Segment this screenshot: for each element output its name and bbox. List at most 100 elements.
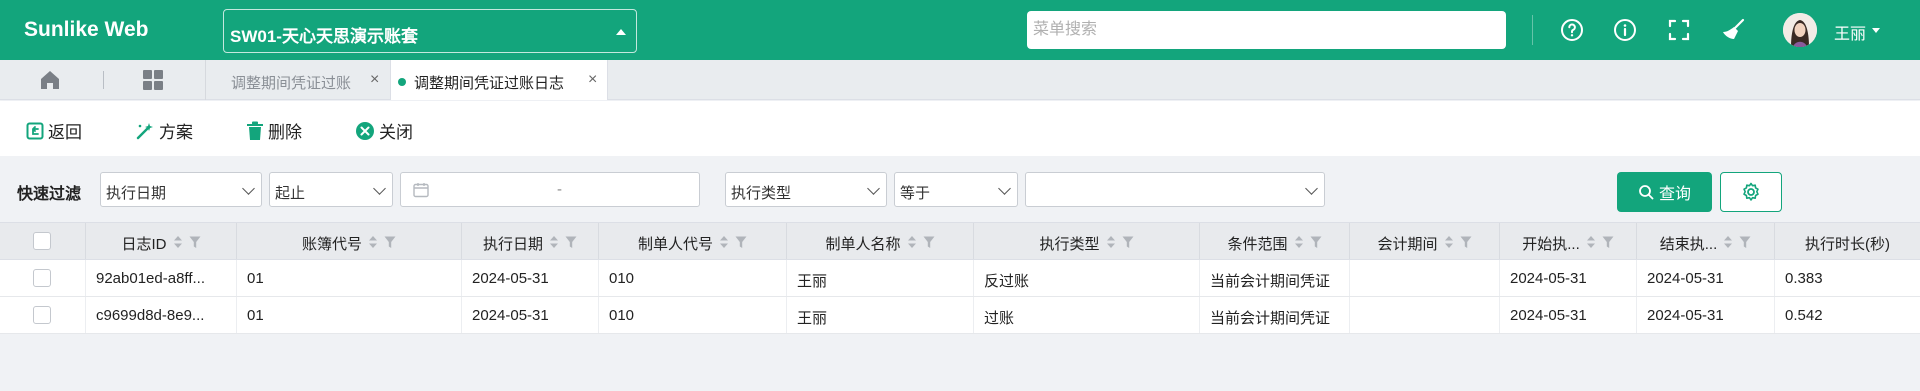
column-header[interactable]: 日志ID (86, 223, 237, 259)
filter-value-select[interactable] (1025, 172, 1325, 207)
sort-icon[interactable] (1586, 235, 1596, 253)
chevron-down-icon[interactable] (1872, 28, 1880, 33)
account-selector[interactable]: SW01-天心天思演示账套 (223, 9, 637, 53)
filter-field2-value: 执行类型 (731, 185, 792, 202)
chevron-down-icon (242, 182, 255, 195)
chevron-down-icon (998, 182, 1011, 195)
table-cell: 2024-05-31 (462, 297, 599, 333)
close-button[interactable]: 关闭 (355, 118, 413, 143)
sort-icon[interactable] (368, 235, 378, 253)
table-cell: 2024-05-31 (1637, 297, 1775, 333)
help-icon[interactable] (1560, 18, 1584, 42)
column-header[interactable]: 结束执... (1637, 223, 1775, 259)
grid-icon[interactable] (142, 69, 166, 93)
filter-icon[interactable] (384, 236, 396, 253)
column-header[interactable]: 条件范围 (1200, 223, 1350, 259)
back-label: 返回 (48, 123, 82, 142)
sort-icon[interactable] (1106, 235, 1116, 253)
table-row[interactable]: 92ab01ed-a8ff... 01 2024-05-31 010 王丽 反过账 当前会计… (0, 260, 1920, 297)
column-header[interactable]: 制单人名称 (787, 223, 974, 259)
column-header[interactable]: 执行类型 (974, 223, 1200, 259)
quick-filter-bar: 快速过滤 执行日期 起止 - 执行类型 等于 查询 (0, 156, 1920, 222)
close-icon[interactable]: × (588, 71, 597, 89)
sort-icon[interactable] (549, 235, 559, 253)
top-header: Sunlike Web SW01-天心天思演示账套 王丽 (0, 0, 1920, 60)
table-cell: 2024-05-31 (1500, 260, 1637, 296)
fullscreen-icon[interactable] (1667, 18, 1691, 42)
row-checkbox[interactable] (33, 306, 51, 324)
header-divider (1532, 15, 1533, 45)
table-cell (1350, 297, 1500, 333)
row-checkbox[interactable] (33, 269, 51, 287)
column-header[interactable]: 执行日期 (462, 223, 599, 259)
filter-icon[interactable] (735, 236, 747, 253)
chevron-down-icon (1305, 182, 1318, 195)
sort-icon[interactable] (1723, 235, 1733, 253)
table-cell: 010 (599, 260, 787, 296)
tab-label: 调整期间凭证过账日志 (414, 75, 565, 92)
filter-icon[interactable] (1602, 236, 1614, 253)
sort-icon[interactable] (1444, 235, 1454, 253)
table-cell: 2024-05-31 (462, 260, 599, 296)
row-select-cell (0, 297, 86, 333)
close-icon[interactable]: × (370, 71, 379, 89)
info-icon[interactable] (1613, 18, 1637, 42)
sort-icon[interactable] (719, 235, 729, 253)
filter-icon[interactable] (923, 236, 935, 253)
user-name[interactable]: 王丽 (1834, 20, 1866, 44)
filter-icon[interactable] (1310, 236, 1322, 253)
account-name: SW01-天心天思演示账套 (230, 27, 418, 46)
select-all-checkbox[interactable] (33, 232, 51, 250)
filter-icon[interactable] (565, 236, 577, 253)
sort-icon[interactable] (907, 235, 917, 253)
filter-icon[interactable] (1122, 236, 1134, 253)
filter-settings-button[interactable] (1720, 172, 1782, 212)
avatar[interactable] (1783, 13, 1817, 47)
tab-adjust-period-posting-log[interactable]: 调整期间凭证过账日志 × (390, 60, 608, 100)
table-cell: 2024-05-31 (1637, 260, 1775, 296)
chevron-down-icon (867, 182, 880, 195)
row-select-cell (0, 260, 86, 296)
sort-icon[interactable] (173, 235, 183, 253)
table-cell: 当前会计期间凭证 (1200, 297, 1350, 333)
column-header[interactable]: 账簿代号 (237, 223, 462, 259)
filter-icon[interactable] (1460, 236, 1472, 253)
table-cell: 王丽 (787, 260, 974, 296)
column-header[interactable]: 制单人代号 (599, 223, 787, 259)
query-label: 查询 (1658, 186, 1691, 203)
filter-operator-value: 起止 (275, 185, 306, 202)
table-cell: 当前会计期间凭证 (1200, 260, 1350, 296)
date-range-picker[interactable]: - (400, 172, 700, 207)
table-cell: 92ab01ed-a8ff... (86, 260, 237, 296)
filter-field-value: 执行日期 (106, 185, 167, 202)
broom-icon[interactable] (1721, 18, 1745, 42)
gear-icon (1743, 182, 1759, 201)
back-icon (26, 122, 44, 139)
home-icon[interactable] (38, 68, 62, 92)
active-dot-icon (398, 78, 406, 87)
back-button[interactable]: 返回 (26, 118, 82, 143)
menu-search-input[interactable] (1027, 11, 1506, 49)
filter-field2-select[interactable]: 执行类型 (725, 172, 887, 207)
calendar-icon (413, 183, 429, 198)
filter-icon[interactable] (1739, 236, 1751, 253)
column-header[interactable]: 执行时长(秒) (1775, 223, 1920, 259)
column-label: 制单人代号 (637, 236, 713, 253)
filter-icon[interactable] (189, 236, 201, 253)
query-button[interactable]: 查询 (1617, 172, 1712, 212)
column-label: 会计期间 (1377, 236, 1438, 253)
sort-icon[interactable] (1294, 235, 1304, 253)
filter-operator2-select[interactable]: 等于 (894, 172, 1018, 207)
app-logo: Sunlike Web (24, 18, 149, 41)
tab-adjust-period-posting[interactable]: 调整期间凭证过账 × (206, 60, 390, 100)
filter-field-select[interactable]: 执行日期 (100, 172, 262, 207)
close-label: 关闭 (379, 123, 413, 142)
delete-button[interactable]: 删除 (246, 118, 302, 143)
column-header[interactable]: 会计期间 (1350, 223, 1500, 259)
table-row[interactable]: c9699d8d-8e9... 01 2024-05-31 010 王丽 过账 当前会计期间… (0, 297, 1920, 334)
log-table: 日志ID 账簿代号 执行日期 制单人代号 制单人名称 执行类型 条件范围 会计期… (0, 222, 1920, 334)
scheme-button[interactable]: 方案 (135, 118, 193, 143)
filter-operator-select[interactable]: 起止 (269, 172, 393, 207)
column-header[interactable]: 开始执... (1500, 223, 1637, 259)
scheme-label: 方案 (159, 123, 193, 142)
